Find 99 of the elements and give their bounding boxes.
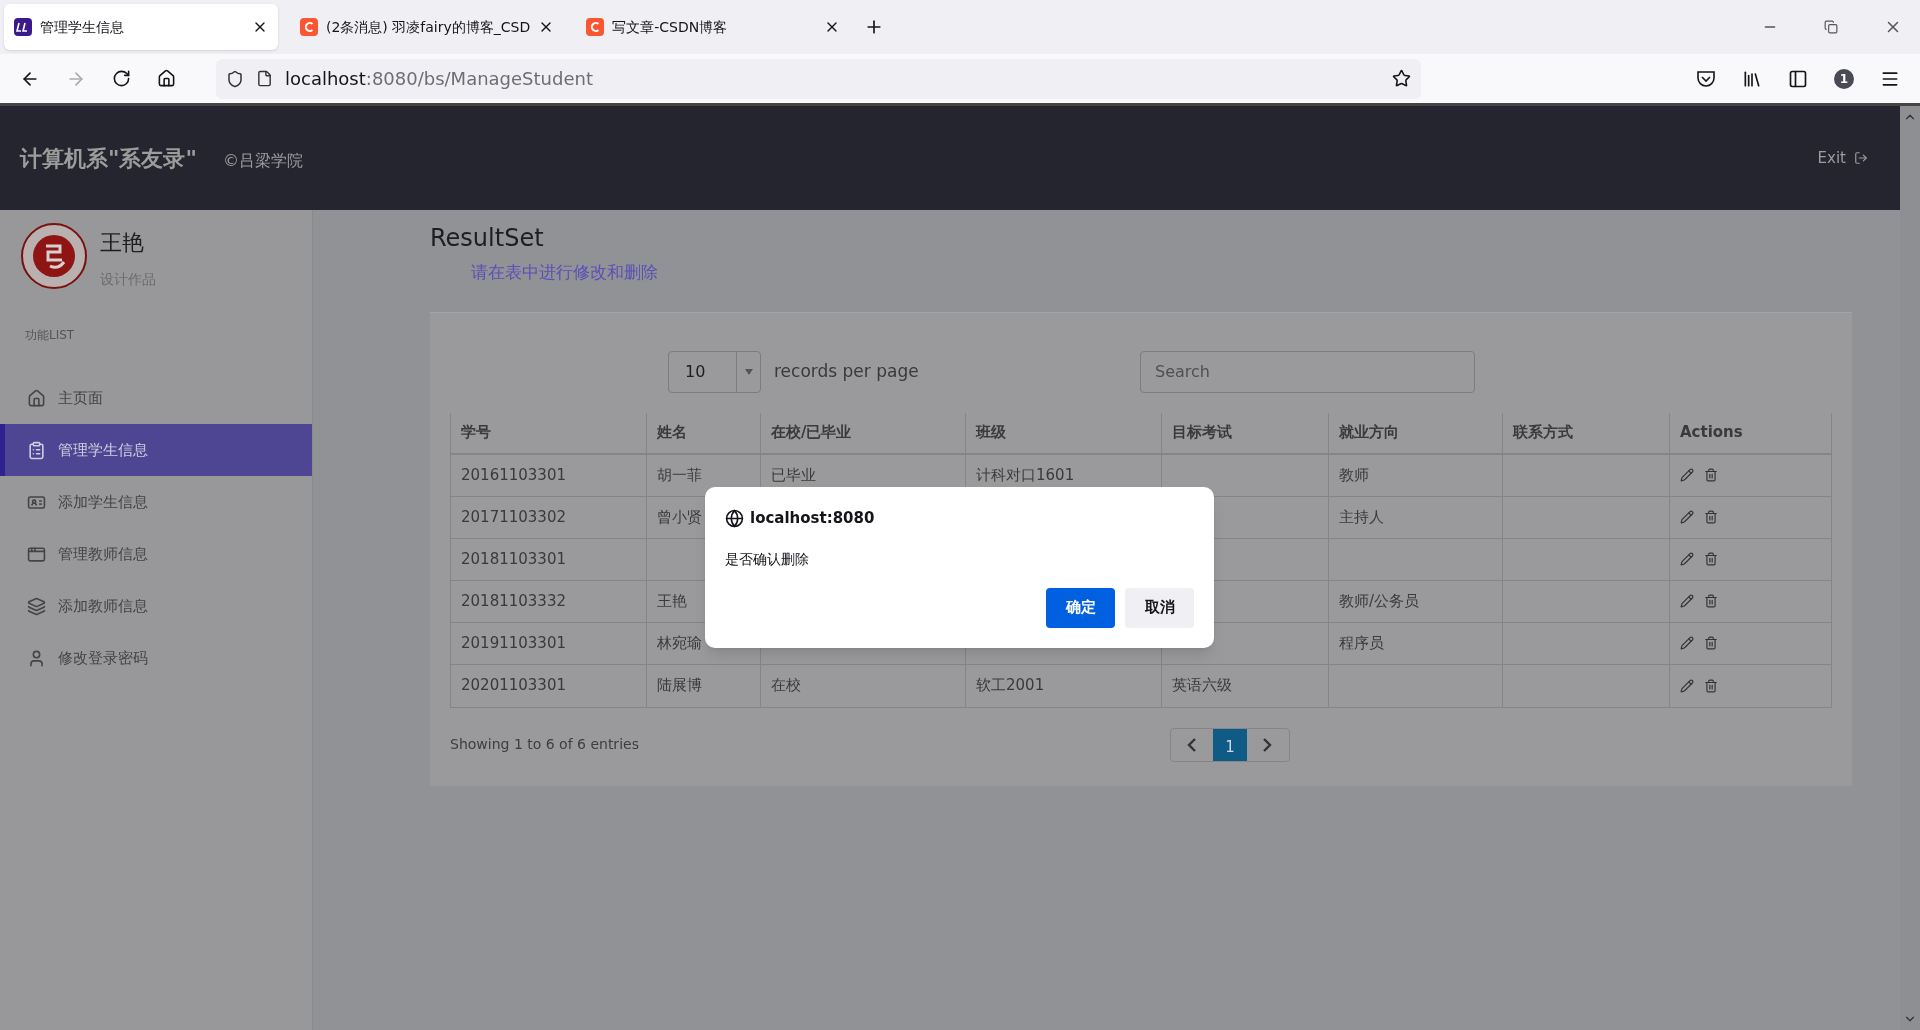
entries-info: Showing 1 to 6 of 6 entries bbox=[450, 735, 639, 754]
sidebar-item[interactable]: 修改登录密码 bbox=[0, 632, 312, 684]
app-favicon-icon bbox=[14, 18, 32, 36]
url-text: localhost:8080/bs/ManageStudent bbox=[285, 67, 593, 91]
sidebar-label: 添加教师信息 bbox=[58, 595, 148, 617]
blog-favicon-icon bbox=[300, 18, 318, 36]
shield-icon bbox=[226, 69, 244, 88]
table-cell-text: 王艳 bbox=[657, 590, 687, 612]
column-header: 在校/已毕业 bbox=[771, 422, 852, 444]
sidebar-item[interactable]: 管理学生信息 bbox=[0, 424, 312, 476]
home-icon[interactable] bbox=[157, 69, 176, 88]
page-size-select[interactable]: 10 bbox=[668, 350, 761, 393]
sidebar-item[interactable]: 管理教师信息 bbox=[0, 528, 312, 580]
column-header: 就业方向 bbox=[1339, 422, 1399, 444]
table-cell-text: 20181103301 bbox=[461, 548, 566, 570]
edit-icon[interactable] bbox=[1680, 510, 1694, 524]
sidebar-label: 修改登录密码 bbox=[58, 647, 148, 669]
table-cell-text: 20171103302 bbox=[461, 506, 566, 528]
table-cell-text: 英语六级 bbox=[1172, 675, 1232, 697]
clipboard-icon bbox=[27, 440, 46, 460]
table-cell-text: 主持人 bbox=[1339, 506, 1384, 528]
page-icon bbox=[256, 70, 273, 87]
edit-icon[interactable] bbox=[1680, 468, 1694, 482]
edit-icon[interactable] bbox=[1680, 594, 1694, 608]
edit-icon[interactable] bbox=[1680, 552, 1694, 566]
bookmark-star-icon[interactable] bbox=[1392, 69, 1411, 88]
tab-title: (2条消息) 羽凌fairy的博客_CSD bbox=[326, 17, 531, 37]
confirm-button[interactable]: 确定 bbox=[1046, 587, 1115, 628]
site-subtitle: ©吕梁学院 bbox=[222, 150, 303, 172]
sidebar-item[interactable]: 添加学生信息 bbox=[0, 476, 312, 528]
delete-icon[interactable] bbox=[1704, 552, 1718, 566]
dialog-origin: localhost:8080 bbox=[750, 508, 875, 529]
tab-title: 管理学生信息 bbox=[40, 17, 125, 37]
delete-icon[interactable] bbox=[1704, 468, 1718, 482]
table-cell-text: 教师/公务员 bbox=[1339, 590, 1420, 612]
column-header: 班级 bbox=[976, 422, 1006, 444]
sidebar-icon[interactable] bbox=[1788, 68, 1808, 89]
blog-favicon-icon bbox=[586, 18, 605, 36]
table-cell-text: 20181103332 bbox=[461, 590, 566, 612]
edit-icon[interactable] bbox=[1680, 636, 1694, 650]
delete-icon[interactable] bbox=[1704, 594, 1718, 608]
site-title: 计算机系"系友录" bbox=[20, 144, 197, 173]
user-name: 王艳 bbox=[100, 229, 145, 257]
delete-icon[interactable] bbox=[1704, 510, 1718, 524]
chevron-left-icon bbox=[1187, 737, 1197, 752]
pocket-icon[interactable] bbox=[1696, 69, 1716, 88]
browser-tab[interactable]: 写文章-CSDN博客 bbox=[576, 4, 851, 50]
table-cell-text: 林宛瑜 bbox=[657, 632, 702, 654]
column-header: Actions bbox=[1680, 422, 1743, 444]
table-cell-text: 20161103301 bbox=[461, 464, 566, 486]
column-header: 联系方式 bbox=[1513, 422, 1573, 444]
tab-title: 写文章-CSDN博客 bbox=[612, 17, 729, 37]
sidebar-label: 主页面 bbox=[58, 387, 103, 409]
table-cell-text: 胡一菲 bbox=[657, 464, 702, 486]
logo-icon bbox=[20, 222, 88, 290]
window-icon bbox=[27, 544, 46, 564]
table-cell-text: 20201103301 bbox=[461, 675, 566, 697]
cancel-button[interactable]: 取消 bbox=[1125, 587, 1194, 628]
browser-tab[interactable]: (2条消息) 羽凌fairy的博客_CSD bbox=[290, 4, 565, 50]
table-cell-text: 计科对口1601 bbox=[976, 464, 1075, 486]
table-cell-text: 曾小贤 bbox=[657, 506, 702, 528]
table-cell-text: 20191103301 bbox=[461, 632, 566, 654]
search-field[interactable]: Search bbox=[1140, 350, 1475, 393]
sidebar-label: 管理学生信息 bbox=[58, 439, 148, 461]
dialog-message: 是否确认删除 bbox=[725, 549, 810, 569]
table-cell-text: 在校 bbox=[771, 675, 801, 697]
reload-icon[interactable] bbox=[112, 69, 131, 88]
globe-icon bbox=[725, 508, 744, 528]
page-size-label: records per page bbox=[774, 359, 919, 383]
table-cell-text: 程序员 bbox=[1339, 632, 1384, 654]
logout-icon[interactable] bbox=[1854, 151, 1868, 165]
sidebar-item[interactable]: 主页面 bbox=[0, 372, 312, 424]
table-cell-text: 教师 bbox=[1339, 464, 1369, 486]
column-header: 目标考试 bbox=[1172, 422, 1232, 444]
column-header: 姓名 bbox=[657, 422, 687, 444]
section-label: 功能LIST bbox=[25, 327, 76, 344]
hint-text: 请在表中进行修改和删除 bbox=[471, 261, 659, 284]
edit-icon[interactable] bbox=[1680, 678, 1694, 693]
page-button[interactable]: 1 bbox=[1212, 728, 1247, 761]
chevron-right-icon bbox=[1263, 737, 1273, 752]
delete-icon[interactable] bbox=[1704, 636, 1718, 650]
column-header: 学号 bbox=[461, 422, 491, 444]
restore-icon[interactable] bbox=[1824, 20, 1838, 34]
sidebar-item[interactable]: 添加教师信息 bbox=[0, 580, 312, 632]
sidebar-label: 管理教师信息 bbox=[58, 543, 148, 565]
table-cell-text: 陆展博 bbox=[657, 675, 702, 697]
layers-icon bbox=[27, 596, 46, 616]
user-icon bbox=[27, 648, 46, 668]
exit-link[interactable]: Exit bbox=[1817, 146, 1846, 170]
address-bar[interactable]: localhost:8080/bs/ManageStudent bbox=[216, 58, 1421, 99]
table-cell-text: 软工2001 bbox=[976, 675, 1045, 697]
delete-icon[interactable] bbox=[1704, 678, 1718, 693]
sidebar-label: 添加学生信息 bbox=[58, 491, 148, 513]
page-title: ResultSet bbox=[430, 223, 545, 254]
caret-icon bbox=[744, 368, 753, 375]
account-badge[interactable]: 1 bbox=[1834, 68, 1854, 89]
table-cell-text: 已毕业 bbox=[771, 464, 816, 486]
home-icon bbox=[27, 388, 46, 408]
browser-tab[interactable]: 管理学生信息 bbox=[4, 4, 278, 50]
